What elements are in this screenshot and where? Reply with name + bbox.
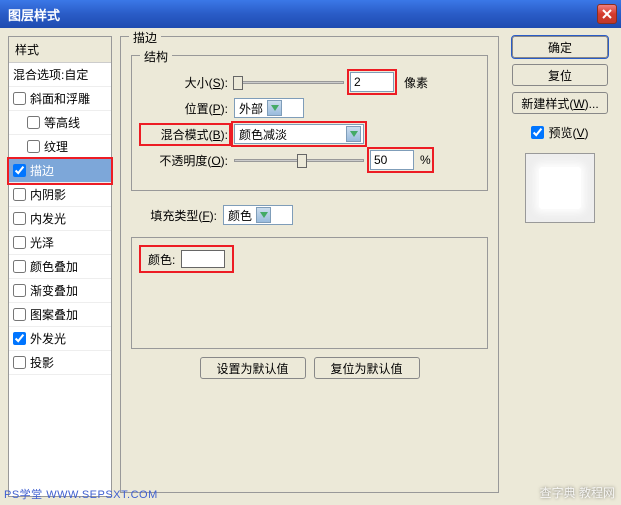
style-item-pattern-overlay[interactable]: 图案叠加 [9, 303, 111, 327]
reset-default-button[interactable]: 复位为默认值 [314, 357, 420, 379]
size-unit: 像素 [404, 74, 428, 91]
style-item-satin[interactable]: 光泽 [9, 231, 111, 255]
titlebar: 图层样式 [0, 0, 621, 28]
preview-box [525, 153, 595, 223]
size-label: 大小(S): [142, 74, 228, 91]
preview-swatch [539, 167, 581, 209]
size-row: 大小(S): 像素 [142, 72, 477, 92]
style-checkbox[interactable] [13, 236, 26, 249]
color-fieldset: 颜色: [131, 237, 488, 349]
style-item-gradient-overlay[interactable]: 渐变叠加 [9, 279, 111, 303]
fill-type-row: 填充类型(F): 颜色 [131, 205, 488, 225]
preview-checkbox[interactable] [531, 126, 544, 139]
content-area: 样式 混合选项:自定 斜面和浮雕 等高线 纹理 描边 内阴影 内发光 光泽 颜色… [0, 28, 621, 505]
style-checkbox[interactable] [13, 188, 26, 201]
opacity-input[interactable] [370, 150, 414, 170]
position-label: 位置(P): [142, 100, 228, 117]
default-buttons: 设置为默认值 复位为默认值 [131, 357, 488, 379]
ok-button[interactable]: 确定 [512, 36, 608, 58]
blend-mode-row: 混合模式(B): 颜色减淡 [142, 124, 477, 144]
style-item-stroke[interactable]: 描边 [9, 159, 111, 183]
style-item-color-overlay[interactable]: 颜色叠加 [9, 255, 111, 279]
slider-thumb[interactable] [297, 154, 307, 168]
slider-thumb[interactable] [233, 76, 243, 90]
chevron-down-icon [256, 207, 271, 223]
styles-list: 样式 混合选项:自定 斜面和浮雕 等高线 纹理 描边 内阴影 内发光 光泽 颜色… [8, 36, 112, 497]
position-row: 位置(P): 外部 [142, 98, 477, 118]
style-item-inner-glow[interactable]: 内发光 [9, 207, 111, 231]
position-dropdown[interactable]: 外部 [234, 98, 304, 118]
style-checkbox[interactable] [27, 116, 40, 129]
blend-label: 混合模式(B): [142, 126, 228, 143]
set-default-button[interactable]: 设置为默认值 [200, 357, 306, 379]
style-checkbox[interactable] [13, 92, 26, 105]
chevron-down-icon [346, 126, 361, 142]
color-row: 颜色: [142, 248, 231, 270]
style-item-bevel[interactable]: 斜面和浮雕 [9, 87, 111, 111]
watermark-left: PS学堂 WWW.SEPSXT.COM [4, 486, 158, 502]
style-checkbox[interactable] [13, 284, 26, 297]
new-style-button[interactable]: 新建样式(W)... [512, 92, 608, 114]
style-checkbox[interactable] [27, 140, 40, 153]
color-label: 颜色: [148, 251, 175, 268]
panel-title: 描边 [129, 29, 161, 46]
chevron-down-icon [267, 100, 282, 116]
style-item-drop-shadow[interactable]: 投影 [9, 351, 111, 375]
style-item-texture[interactable]: 纹理 [9, 135, 111, 159]
stroke-fieldset: 描边 结构 大小(S): 像素 位置(P): 外部 混 [120, 36, 499, 493]
window-title: 图层样式 [8, 5, 60, 24]
fill-type-dropdown[interactable]: 颜色 [223, 205, 293, 225]
blend-options-item[interactable]: 混合选项:自定 [9, 63, 111, 87]
style-checkbox[interactable] [13, 164, 26, 177]
style-checkbox[interactable] [13, 332, 26, 345]
opacity-value-group: % [370, 150, 431, 170]
styles-header[interactable]: 样式 [9, 37, 111, 63]
style-checkbox[interactable] [13, 356, 26, 369]
opacity-unit: % [420, 153, 431, 167]
preview-label: 预览(V) [548, 124, 588, 141]
close-button[interactable] [597, 4, 617, 24]
watermark-right: 查字典 教程网 [540, 484, 615, 501]
style-item-inner-shadow[interactable]: 内阴影 [9, 183, 111, 207]
right-panel: 确定 复位 新建样式(W)... 预览(V) [507, 36, 613, 497]
opacity-label: 不透明度(O): [142, 152, 228, 169]
blend-dropdown[interactable]: 颜色减淡 [234, 124, 364, 144]
settings-panel: 描边 结构 大小(S): 像素 位置(P): 外部 混 [120, 36, 499, 497]
opacity-slider[interactable] [234, 159, 364, 162]
style-item-contour[interactable]: 等高线 [9, 111, 111, 135]
size-input[interactable] [350, 72, 394, 92]
cancel-button[interactable]: 复位 [512, 64, 608, 86]
style-item-outer-glow[interactable]: 外发光 [9, 327, 111, 351]
fill-type-label: 填充类型(F): [131, 207, 217, 224]
style-checkbox[interactable] [13, 308, 26, 321]
preview-row: 预览(V) [531, 124, 588, 141]
style-checkbox[interactable] [13, 260, 26, 273]
size-slider[interactable] [234, 81, 344, 84]
opacity-row: 不透明度(O): % [142, 150, 477, 170]
struct-title: 结构 [140, 48, 172, 65]
structure-fieldset: 结构 大小(S): 像素 位置(P): 外部 混合模式(B): [131, 55, 488, 191]
close-icon [602, 9, 612, 19]
color-swatch[interactable] [181, 250, 225, 268]
style-checkbox[interactable] [13, 212, 26, 225]
